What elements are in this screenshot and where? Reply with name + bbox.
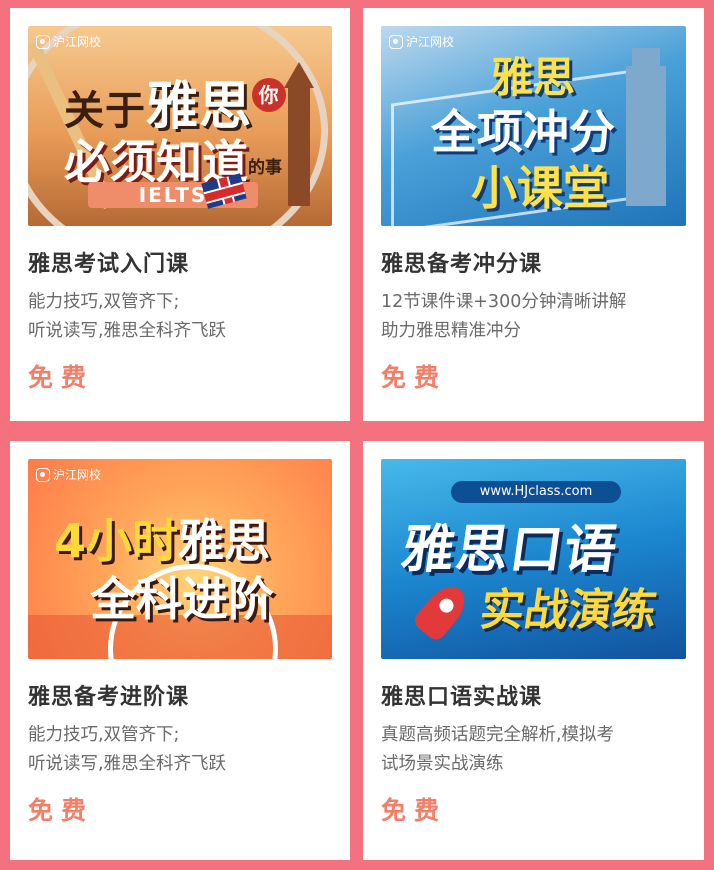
course-description: 能力技巧,双管齐下; 听说读写,雅思全科齐飞跃 [28,288,338,346]
brand-logo: 沪江网校 [36,33,101,50]
course-card[interactable]: 沪江网校 关于雅思你 必须知道的事 IELTS 雅思考试入门课 能力技巧,双管齐… [10,8,350,421]
banner-text: 的事 [248,158,282,178]
description-line: 能力技巧,双管齐下; [28,292,180,312]
price-label: 免费 [381,363,448,392]
description-line: 听说读写,雅思全科齐飞跃 [28,321,227,341]
rocket-icon [410,578,474,644]
hujiang-logo-icon [389,34,403,49]
description-line: 真题高频话题完全解析,模拟考 [381,725,615,745]
banner-url: www.HJclass.com [451,481,621,503]
brand-name: 沪江网校 [53,35,102,49]
course-card[interactable]: 沪江网校 雅思 全项冲分 小课堂 雅思备考冲分课 12节课件课+300分钟清晰讲… [363,8,704,421]
banner-text: 雅思 [178,514,271,568]
brand-logo: 沪江网校 [389,33,454,50]
description-line: 听说读写,雅思全科齐飞跃 [28,754,227,774]
course-title[interactable]: 雅思考试入门课 [28,246,189,278]
banner-headline: 4小时雅思 [54,505,270,571]
hujiang-logo-icon [36,34,50,49]
brand-name: 沪江网校 [53,468,102,482]
banner-headline: 雅思口语 [398,520,623,580]
description-line: 12节课件课+300分钟清晰讲解 [381,292,627,312]
description-line: 助力雅思精准冲分 [381,321,521,341]
big-ben-icon [284,62,314,206]
banner-subheadline: 实战演练 [476,585,660,636]
course-title[interactable]: 雅思备考冲分课 [381,246,542,278]
banner-text: 4小时 [54,514,179,568]
course-description: 12节课件课+300分钟清晰讲解 助力雅思精准冲分 [381,288,691,346]
course-card[interactable]: www.HJclass.com 雅思口语 实战演练 雅思口语实战课 真题高频话题… [363,441,704,860]
course-banner-image[interactable]: 沪江网校 4小时雅思 全科进阶 [28,459,332,659]
brand-logo: 沪江网校 [36,466,101,483]
hujiang-logo-icon [36,467,50,482]
banner-subheadline: 小课堂 [471,161,609,215]
course-banner-image[interactable]: www.HJclass.com 雅思口语 实战演练 [381,459,686,659]
tower-bridge-icon [626,48,666,206]
description-line: 试场景实战演练 [381,754,504,774]
course-banner-image[interactable]: 沪江网校 关于雅思你 必须知道的事 IELTS [28,26,332,226]
description-line: 能力技巧,双管齐下; [28,725,180,745]
course-title[interactable]: 雅思备考进阶课 [28,679,189,711]
course-title[interactable]: 雅思口语实战课 [381,679,542,711]
price-label: 免费 [28,363,95,392]
course-description: 能力技巧,双管齐下; 听说读写,雅思全科齐飞跃 [28,721,338,779]
price-label: 免费 [28,796,95,825]
banner-subheadline: 全科进阶 [90,572,274,626]
banner-badge: 你 [252,78,287,112]
course-description: 真题高频话题完全解析,模拟考 试场景实战演练 [381,721,691,779]
brand-name: 沪江网校 [406,35,455,49]
price-label: 免费 [381,796,448,825]
course-banner-image[interactable]: 沪江网校 雅思 全项冲分 小课堂 [381,26,686,226]
course-card[interactable]: 沪江网校 4小时雅思 全科进阶 雅思备考进阶课 能力技巧,双管齐下; 听说读写,… [10,441,350,860]
